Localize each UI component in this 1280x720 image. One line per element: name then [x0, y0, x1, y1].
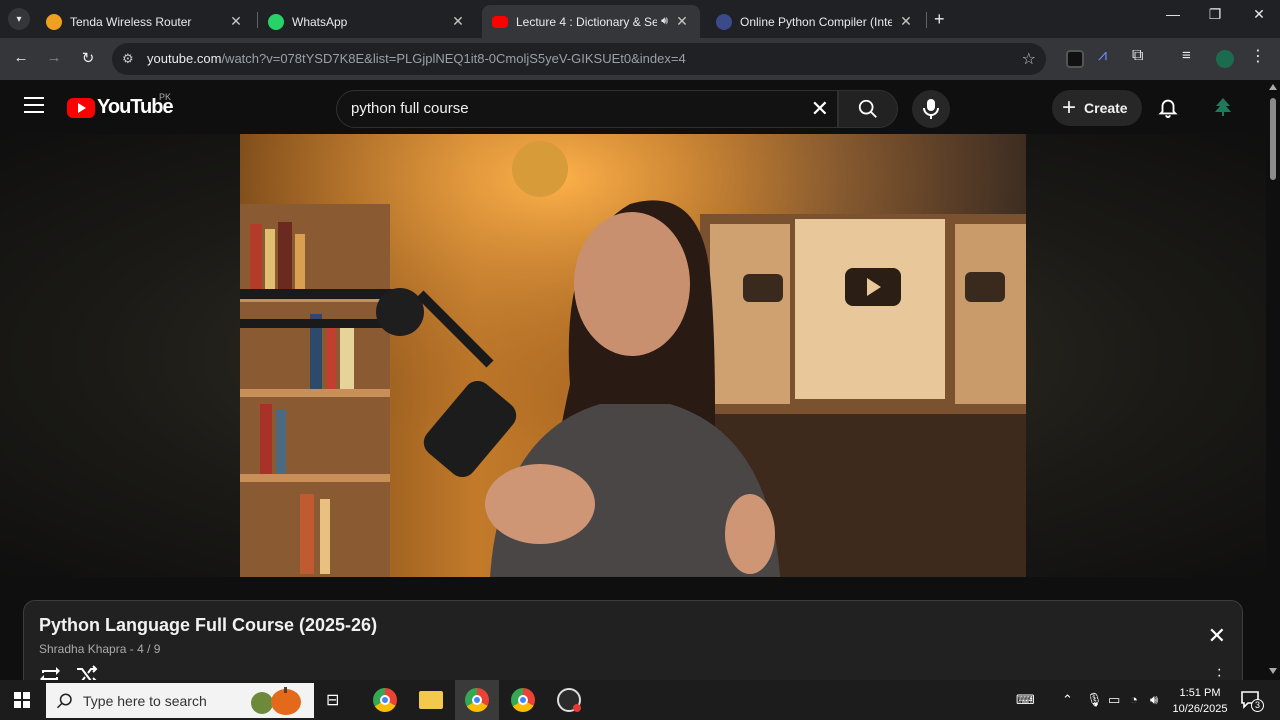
- country-code: PK: [159, 92, 172, 102]
- task-view-icon[interactable]: ⊟: [326, 690, 350, 714]
- browser-tab-strip: ▾ Tenda Wireless Router ✕ WhatsApp ✕ Lec…: [0, 0, 1280, 38]
- address-bar[interactable]: ⚙ youtube.com/watch?v=078tYSD7K8E&list=P…: [112, 43, 1046, 75]
- video-frame[interactable]: [240, 134, 1026, 577]
- battery-icon[interactable]: ▭: [1108, 692, 1120, 708]
- search-query: python full course: [351, 100, 469, 117]
- create-button[interactable]: + Create: [1052, 90, 1142, 126]
- scroll-down-arrow-icon[interactable]: [1269, 668, 1277, 674]
- clock-date: 10/26/2025: [1172, 703, 1228, 715]
- tab-title: Tenda Wireless Router: [70, 14, 192, 29]
- search-icon: [858, 99, 877, 118]
- chrome-profile-taskbar-icon[interactable]: [465, 688, 489, 712]
- video-content-image: [240, 134, 1026, 577]
- tab-title: Online Python Compiler (Interp: [740, 14, 892, 29]
- taskbar-clock[interactable]: 1:51 PM 10/26/2025: [1166, 685, 1234, 717]
- media-control-icon[interactable]: ≡: [1182, 47, 1200, 65]
- url-host: youtube.com: [147, 51, 222, 66]
- chrome-taskbar-icon[interactable]: [373, 688, 397, 712]
- site-info-icon[interactable]: ⚙: [122, 51, 134, 67]
- notification-center-icon[interactable]: 3: [1240, 690, 1264, 715]
- close-tab-icon[interactable]: ✕: [674, 13, 690, 30]
- microphone-tray-icon[interactable]: 🎙︎: [1086, 692, 1103, 708]
- close-tab-icon[interactable]: ✕: [450, 13, 466, 30]
- tenda-favicon-icon: [46, 13, 62, 30]
- url-text[interactable]: youtube.com/watch?v=078tYSD7K8E&list=PLG…: [147, 51, 686, 66]
- user-avatar[interactable]: [1210, 94, 1236, 120]
- volume-icon[interactable]: 🔊︎: [1150, 692, 1158, 708]
- search-icon: [56, 693, 72, 709]
- windows-start-icon[interactable]: [14, 692, 30, 708]
- close-tab-icon[interactable]: ✕: [228, 13, 244, 30]
- chrome-second-profile-taskbar-icon[interactable]: [511, 688, 535, 712]
- youtube-favicon-icon: [492, 15, 508, 28]
- back-arrow-icon[interactable]: ←: [10, 49, 32, 66]
- forward-arrow-icon[interactable]: →: [43, 49, 65, 66]
- browser-toolbar: ← → ↻ ⚙ youtube.com/watch?v=078tYSD7K8E&…: [0, 38, 1280, 80]
- playlist-subtitle: Shradha Khapra - 4 / 9: [39, 642, 161, 656]
- reload-icon[interactable]: ↻: [77, 49, 99, 67]
- clock-time: 1:51 PM: [1179, 687, 1221, 699]
- create-label: Create: [1084, 100, 1128, 116]
- file-explorer-icon[interactable]: [419, 691, 443, 709]
- clear-search-icon[interactable]: ✕: [811, 96, 829, 122]
- bookmark-star-icon[interactable]: ☆: [1022, 49, 1036, 69]
- minimize-button[interactable]: —: [1150, 6, 1196, 22]
- speaker-icon[interactable]: 🔊︎: [661, 15, 668, 28]
- youtube-play-logo-icon: [67, 97, 95, 118]
- extension-icon[interactable]: [1066, 50, 1084, 68]
- tab-title: WhatsApp: [292, 14, 348, 29]
- whatsapp-favicon-icon: [268, 13, 284, 30]
- close-tab-icon[interactable]: ✕: [898, 13, 914, 30]
- new-tab-button[interactable]: +: [934, 9, 945, 30]
- plus-icon: +: [1062, 94, 1077, 121]
- notification-count-badge: 3: [1251, 699, 1264, 712]
- tab-whatsapp[interactable]: WhatsApp ✕: [258, 5, 476, 38]
- close-window-button[interactable]: ✕: [1236, 6, 1280, 23]
- playlist-title[interactable]: Python Language Full Course (2025-26): [39, 615, 377, 636]
- tab-search-button[interactable]: ▾: [8, 8, 30, 30]
- puzzle-extensions-icon[interactable]: ⧉: [1132, 47, 1150, 65]
- video-player-area[interactable]: [0, 134, 1266, 577]
- search-input[interactable]: python full course ✕: [336, 90, 838, 128]
- playlist-panel: Python Language Full Course (2025-26) Sh…: [23, 600, 1243, 690]
- youtube-header: YouTube PK python full course ✕ + Create: [0, 80, 1266, 134]
- menu-hamburger-icon[interactable]: [24, 97, 44, 113]
- keyboard-icon[interactable]: ⌨: [1016, 692, 1035, 708]
- voice-search-button[interactable]: [912, 90, 950, 128]
- tray-overflow-chevron-icon[interactable]: ⌃: [1062, 692, 1073, 708]
- youtube-logo[interactable]: YouTube PK: [67, 92, 174, 119]
- windows-taskbar: Type here to search ⊟ ⌨ ⌃ 🎙︎ ▭ ◔ 🔊︎ 1:51…: [0, 680, 1280, 720]
- compiler-favicon-icon: [716, 13, 732, 30]
- microphone-icon: [923, 99, 939, 119]
- tab-title: Lecture 4 : Dictionary & Set: [516, 14, 658, 29]
- taskbar-search-box[interactable]: Type here to search: [46, 683, 314, 718]
- scroll-up-arrow-icon[interactable]: [1269, 84, 1277, 90]
- search-button[interactable]: [838, 90, 898, 128]
- chrome-menu-icon[interactable]: ⋮: [1250, 46, 1268, 65]
- tab-tenda-router[interactable]: Tenda Wireless Router ✕: [36, 5, 254, 38]
- page-scrollbar[interactable]: [1266, 80, 1280, 680]
- wifi-icon[interactable]: ◔: [1130, 692, 1138, 707]
- close-playlist-icon[interactable]: ✕: [1208, 623, 1226, 649]
- profile-avatar-icon[interactable]: [1216, 50, 1234, 68]
- notifications-bell-icon[interactable]: [1157, 96, 1179, 123]
- obs-recorder-icon[interactable]: [557, 688, 581, 712]
- restore-button[interactable]: ❐: [1192, 6, 1238, 23]
- taskbar-search-placeholder: Type here to search: [83, 693, 207, 709]
- tab-youtube-lecture[interactable]: Lecture 4 : Dictionary & Set 🔊︎ ✕: [482, 5, 700, 38]
- tab-divider: [926, 12, 927, 28]
- extension-a-icon[interactable]: ⩘: [1098, 47, 1116, 65]
- tab-python-compiler[interactable]: Online Python Compiler (Interp ✕: [706, 5, 924, 38]
- url-path: /watch?v=078tYSD7K8E&list=PLGjplNEQ1it8-…: [221, 51, 686, 66]
- avatar-tree-icon: [1215, 98, 1231, 116]
- fruit-search-highlight-icon: [251, 687, 301, 715]
- scrollbar-thumb[interactable]: [1270, 98, 1276, 180]
